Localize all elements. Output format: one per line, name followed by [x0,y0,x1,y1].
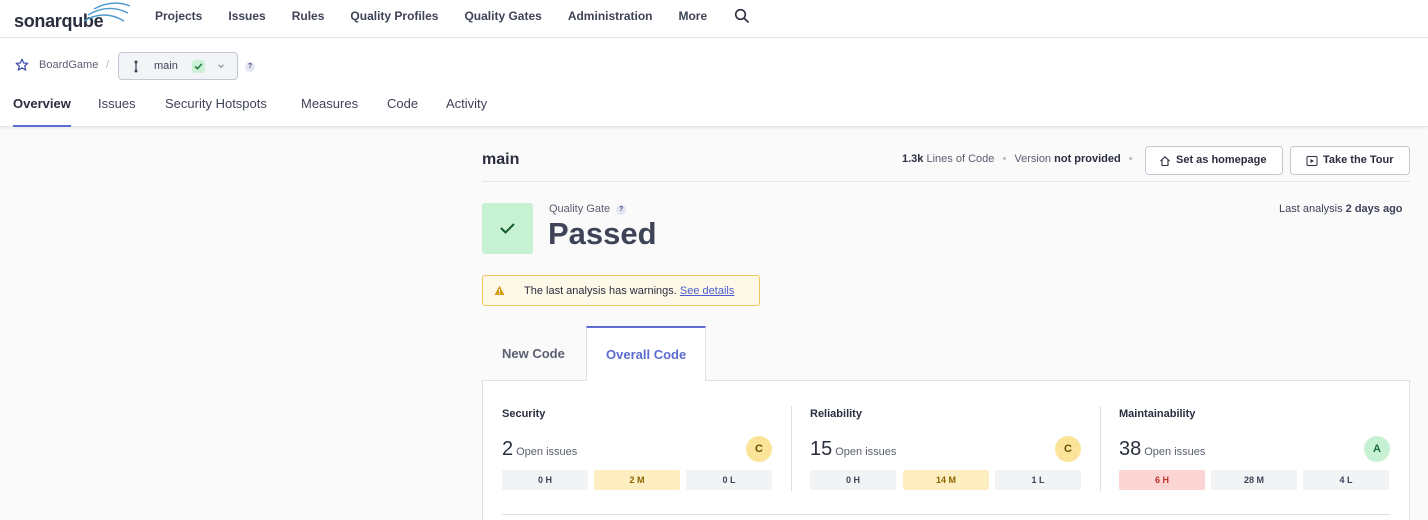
analysis-warning-banner: The last analysis has warnings. See deta… [482,275,760,306]
last-analysis: Last analysis 2 days ago [1279,203,1403,215]
loc-label: Lines of Code [926,153,995,165]
tab-code[interactable]: Code [387,96,418,127]
issue-count[interactable]: 15 Open issues [810,438,896,461]
severity-high[interactable]: 0 H [810,470,896,490]
nav-quality-profiles[interactable]: Quality Profiles [337,8,451,24]
version-value: not provided [1054,153,1121,165]
issue-count-label: Open issues [516,446,578,458]
search-icon[interactable] [734,8,750,24]
main-nav: Projects Issues Rules Quality Profiles Q… [142,8,720,24]
project-meta: 1.3k Lines of Code • Version not provide… [902,153,1138,165]
branch-icon [134,60,138,73]
tab-overview[interactable]: Overview [13,96,71,127]
take-tour-label: Take the Tour [1323,154,1394,166]
issue-count-label: Open issues [1144,446,1206,458]
nav-issues[interactable]: Issues [215,8,278,24]
severity-low[interactable]: 0 L [686,470,772,490]
nav-more[interactable]: More [665,8,720,24]
tab-new-code[interactable]: New Code [482,326,586,381]
rating-badge[interactable]: C [1055,436,1081,462]
branch-title: main [482,151,520,168]
issue-count-label: Open issues [835,446,897,458]
see-details-link[interactable]: See details [680,285,734,297]
tab-measures[interactable]: Measures [301,96,358,127]
meta-separator: • [1128,153,1133,165]
checkmark-icon [500,223,515,234]
severity-medium[interactable]: 14 M [903,470,989,490]
home-icon [1160,156,1170,167]
nav-administration[interactable]: Administration [555,8,666,24]
card-title: Reliability [810,408,862,420]
nav-projects[interactable]: Projects [142,8,215,24]
take-tour-button[interactable]: Take the Tour [1290,146,1410,175]
set-homepage-button[interactable]: Set as homepage [1145,146,1283,175]
warning-message: The last analysis has warnings. See deta… [524,285,734,297]
chevron-down-icon [218,64,224,69]
rating-badge[interactable]: C [746,436,772,462]
severity-medium[interactable]: 2 M [594,470,680,490]
issue-count[interactable]: 38 Open issues [1119,438,1205,461]
quality-gate-status-box [482,203,533,254]
quality-gate-label-row: Quality Gate? [549,203,627,215]
warning-text: The last analysis has warnings. [524,285,677,297]
severity-low[interactable]: 4 L [1303,470,1389,490]
logo-waves-icon [83,2,131,22]
loc-value: 1.3k [902,153,924,165]
version-label: Version [1014,153,1052,165]
issue-count-value: 2 [502,438,514,460]
card-title: Security [502,408,546,420]
severity-high[interactable]: 0 H [502,470,588,490]
last-analysis-value: 2 days ago [1345,203,1403,215]
tab-overall-code[interactable]: Overall Code [586,326,706,381]
issue-count-value: 38 [1119,438,1142,460]
help-icon[interactable]: ? [245,62,255,72]
reliability-card: Reliability 15 Open issues C 0 H 14 M 1 L [810,381,1100,501]
panel-divider [502,514,1390,515]
star-icon[interactable] [15,58,29,72]
issue-count[interactable]: 2 Open issues [502,438,577,461]
maintainability-card: Maintainability 38 Open issues A 6 H 28 M… [1119,381,1409,501]
warning-icon [494,285,505,295]
set-homepage-label: Set as homepage [1176,154,1267,166]
severity-low[interactable]: 1 L [995,470,1081,490]
header-divider [482,181,1410,182]
card-divider [1100,406,1101,491]
nav-rules[interactable]: Rules [279,8,338,24]
rating-badge[interactable]: A [1364,436,1390,462]
play-icon [1306,156,1318,166]
branch-selector[interactable]: main [118,52,238,80]
branch-name: main [154,60,178,72]
security-card: Security 2 Open issues C 0 H 2 M 0 L [502,381,792,501]
top-navigation-bar: sonarqube Projects Issues Rules Quality … [0,0,1428,38]
tab-issues[interactable]: Issues [98,96,136,127]
last-analysis-label: Last analysis [1279,203,1343,215]
severity-medium[interactable]: 28 M [1211,470,1297,490]
breadcrumb-project[interactable]: BoardGame [39,59,98,71]
tab-security-hotspots[interactable]: Security Hotspots [165,96,267,127]
issue-count-value: 15 [810,438,833,460]
quality-gate-label: Quality Gate [549,203,611,215]
nav-quality-gates[interactable]: Quality Gates [451,8,554,24]
breadcrumb-separator: / [106,59,110,71]
meta-separator: • [1002,153,1007,165]
severity-high[interactable]: 6 H [1119,470,1205,490]
tab-activity[interactable]: Activity [446,96,487,127]
help-icon[interactable]: ? [616,205,627,215]
project-header: BoardGame / main ? Overview Issues Secur… [0,38,1428,127]
card-title: Maintainability [1119,408,1196,420]
tab-new-code-label: New Code [502,346,565,361]
tab-overall-code-label: Overall Code [606,347,687,362]
card-divider [791,406,792,491]
quality-gate-status: Passed [548,216,657,251]
metrics-panel: Security 2 Open issues C 0 H 2 M 0 L Reli… [482,380,1410,520]
checkmark-icon [192,60,205,73]
